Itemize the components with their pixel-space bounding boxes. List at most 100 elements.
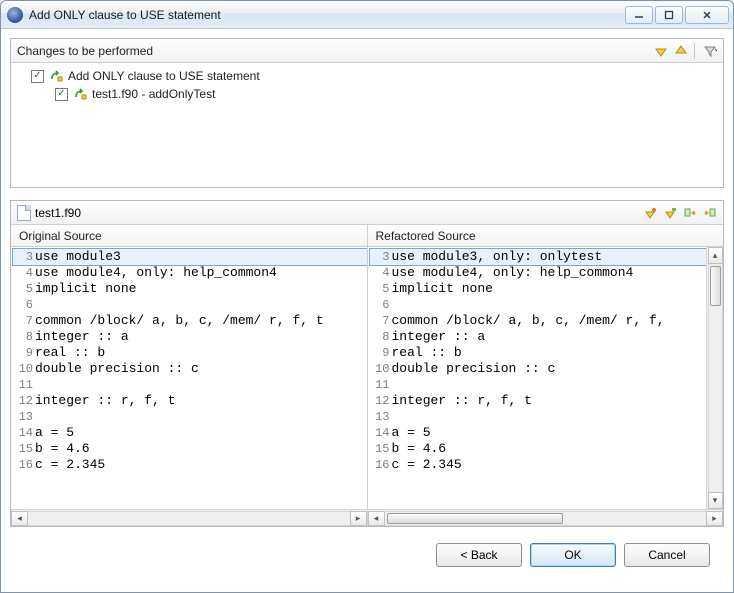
file-icon: [17, 205, 31, 221]
line-number: 11: [13, 377, 35, 393]
code-text: a = 5: [392, 425, 431, 441]
code-line[interactable]: 5implicit none: [370, 281, 707, 297]
line-number: 13: [370, 409, 392, 425]
line-number: 8: [370, 329, 392, 345]
code-line[interactable]: 5implicit none: [13, 281, 367, 297]
code-text: common /block/ a, b, c, /mem/ r, f, t: [35, 313, 324, 329]
code-text: double precision :: c: [392, 361, 556, 377]
dialog-window: Add ONLY clause to USE statement Changes…: [0, 0, 734, 593]
line-number: 11: [370, 377, 392, 393]
minimize-button[interactable]: [625, 6, 653, 24]
code-text: common /block/ a, b, c, /mem/ r, f,: [392, 313, 665, 329]
code-text: use module3: [35, 249, 121, 265]
code-line[interactable]: 11: [13, 377, 367, 393]
close-button[interactable]: [685, 6, 729, 24]
ok-button[interactable]: OK: [530, 543, 616, 567]
code-line[interactable]: 8integer :: a: [370, 329, 707, 345]
maximize-button[interactable]: [655, 6, 683, 24]
toolbar-separator: [694, 43, 695, 59]
tree-item-label: test1.f90 - addOnlyTest: [92, 87, 215, 101]
code-line[interactable]: 9real :: b: [370, 345, 707, 361]
code-text: use module4, only: help_common4: [35, 265, 277, 281]
right-code-pane[interactable]: 3use module3, only: onlytest4use module4…: [368, 247, 724, 526]
tree-item-label: Add ONLY clause to USE statement: [68, 69, 260, 83]
line-number: 3: [370, 249, 392, 265]
line-number: 4: [370, 265, 392, 281]
prev-change-icon[interactable]: [672, 42, 690, 60]
code-line[interactable]: 12integer :: r, f, t: [370, 393, 707, 409]
code-text: a = 5: [35, 425, 74, 441]
code-text: double precision :: c: [35, 361, 199, 377]
line-number: 13: [13, 409, 35, 425]
right-horizontal-scrollbar[interactable]: ◂ ▸: [368, 509, 724, 526]
client-area: Changes to be performed Add ONLY clause …: [1, 29, 733, 592]
code-text: integer :: a: [392, 329, 486, 345]
code-line[interactable]: 10double precision :: c: [13, 361, 367, 377]
scroll-left-icon[interactable]: ◂: [11, 511, 28, 526]
tree-checkbox[interactable]: [31, 70, 44, 83]
code-line[interactable]: 4use module4, only: help_common4: [370, 265, 707, 281]
line-number: 12: [370, 393, 392, 409]
line-number: 9: [13, 345, 35, 361]
compare-next-change-icon[interactable]: [661, 204, 679, 222]
copy-left-to-right-icon[interactable]: [681, 204, 699, 222]
code-line[interactable]: 3use module3: [13, 249, 367, 265]
scroll-left-icon[interactable]: ◂: [368, 511, 385, 526]
back-button[interactable]: < Back: [436, 543, 522, 567]
line-number: 10: [13, 361, 35, 377]
code-line[interactable]: 4use module4, only: help_common4: [13, 265, 367, 281]
code-line[interactable]: 6: [13, 297, 367, 313]
line-number: 12: [13, 393, 35, 409]
line-number: 7: [13, 313, 35, 329]
tree-item[interactable]: test1.f90 - addOnlyTest: [17, 85, 717, 103]
code-text: implicit none: [35, 281, 136, 297]
code-line[interactable]: 14a = 5: [13, 425, 367, 441]
code-line[interactable]: 14a = 5: [370, 425, 707, 441]
code-line[interactable]: 15b = 4.6: [13, 441, 367, 457]
right-vertical-scrollbar[interactable]: ▴ ▾: [706, 247, 723, 509]
code-line[interactable]: 13: [13, 409, 367, 425]
code-text: implicit none: [392, 281, 493, 297]
code-line[interactable]: 15b = 4.6: [370, 441, 707, 457]
code-text: integer :: r, f, t: [35, 393, 175, 409]
scroll-right-icon[interactable]: ▸: [350, 511, 367, 526]
left-code-pane[interactable]: 3use module34use module4, only: help_com…: [11, 247, 368, 526]
cancel-button[interactable]: Cancel: [624, 543, 710, 567]
tree-checkbox[interactable]: [55, 88, 68, 101]
code-line[interactable]: 3use module3, only: onlytest: [370, 249, 707, 265]
code-line[interactable]: 16c = 2.345: [370, 457, 707, 473]
tree-item[interactable]: Add ONLY clause to USE statement: [17, 67, 717, 85]
code-line[interactable]: 8integer :: a: [13, 329, 367, 345]
code-line[interactable]: 16c = 2.345: [13, 457, 367, 473]
code-line[interactable]: 9real :: b: [13, 345, 367, 361]
line-number: 16: [13, 457, 35, 473]
copy-right-to-left-icon[interactable]: [701, 204, 719, 222]
filter-icon[interactable]: [701, 42, 719, 60]
code-line[interactable]: 11: [370, 377, 707, 393]
code-line[interactable]: 12integer :: r, f, t: [13, 393, 367, 409]
file-header: test1.f90: [11, 201, 723, 225]
scroll-right-icon[interactable]: ▸: [706, 511, 723, 526]
code-line[interactable]: 6: [370, 297, 707, 313]
next-change-icon[interactable]: [652, 42, 670, 60]
line-number: 14: [370, 425, 392, 441]
code-line[interactable]: 13: [370, 409, 707, 425]
left-horizontal-scrollbar[interactable]: ◂ ▸: [11, 509, 367, 526]
titlebar[interactable]: Add ONLY clause to USE statement: [1, 1, 733, 29]
compare-next-diff-icon[interactable]: [641, 204, 659, 222]
code-text: real :: b: [35, 345, 105, 361]
scroll-up-icon[interactable]: ▴: [708, 247, 723, 264]
code-line[interactable]: 7common /block/ a, b, c, /mem/ r, f,: [370, 313, 707, 329]
changes-panel-title: Changes to be performed: [17, 44, 153, 58]
refactor-icon: [48, 68, 64, 84]
changes-panel: Changes to be performed Add ONLY clause …: [10, 38, 724, 188]
line-number: 5: [13, 281, 35, 297]
code-text: integer :: r, f, t: [392, 393, 532, 409]
left-source-header: Original Source: [11, 225, 368, 246]
changes-tree[interactable]: Add ONLY clause to USE statement test1.f9…: [11, 63, 723, 187]
scroll-down-icon[interactable]: ▾: [708, 492, 723, 509]
code-line[interactable]: 7common /block/ a, b, c, /mem/ r, f, t: [13, 313, 367, 329]
line-number: 15: [370, 441, 392, 457]
filename-label: test1.f90: [35, 206, 81, 220]
code-line[interactable]: 10double precision :: c: [370, 361, 707, 377]
